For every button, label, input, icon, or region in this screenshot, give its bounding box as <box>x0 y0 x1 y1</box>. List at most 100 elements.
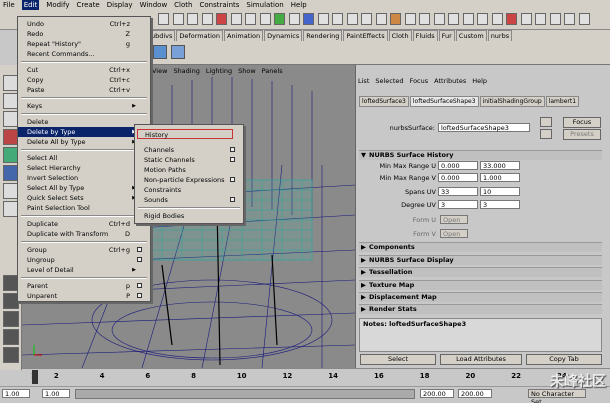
tab-lofted-surface[interactable]: loftedSurface3 <box>359 96 409 107</box>
ae-menu-help[interactable]: Help <box>472 77 487 85</box>
status-line-tool-icon[interactable] <box>332 13 343 25</box>
submenu-item-channels[interactable]: Channels <box>135 145 243 155</box>
menu-item-redo[interactable]: Redo Z <box>18 29 150 39</box>
form-u-dropdown[interactable]: Open <box>440 215 468 224</box>
menu-simulation[interactable]: Simulation <box>246 0 283 10</box>
option-box-icon[interactable] <box>230 177 235 182</box>
range-slider-bar[interactable] <box>75 389 415 399</box>
section-render-stats[interactable]: ▶ Render Stats <box>359 304 602 314</box>
section-texture-map[interactable]: ▶ Texture Map <box>359 280 602 290</box>
select-button[interactable]: Select <box>360 354 436 365</box>
max-range-u-field[interactable]: 33.000 <box>480 161 520 170</box>
view-menu-lighting[interactable]: Lighting <box>206 67 232 76</box>
submenu-item-rigid-bodies[interactable]: Rigid Bodies <box>135 211 243 221</box>
view-menu-shading[interactable]: Shading <box>173 67 199 76</box>
option-box-icon[interactable] <box>137 247 142 252</box>
menu-item-quick-select-sets[interactable]: Quick Select Sets▶ <box>18 193 150 203</box>
option-box-icon[interactable] <box>230 197 235 202</box>
submenu-item-constraints[interactable]: Constraints <box>135 185 243 195</box>
degree-v-field[interactable]: 3 <box>480 200 520 209</box>
menu-item-duplicate-with-transform[interactable]: Duplicate with Transform D <box>18 229 150 239</box>
status-line-tool-icon[interactable] <box>506 13 517 25</box>
menu-item-recent-commands[interactable]: Recent Commands... <box>18 49 150 59</box>
menu-item-paste[interactable]: Paste Ctrl+v <box>18 85 150 95</box>
status-line-tool-icon[interactable] <box>172 13 184 25</box>
view-menu-show[interactable]: Show <box>238 67 256 76</box>
shelf-tab-dynamics[interactable]: Dynamics <box>264 30 303 41</box>
presets-button[interactable]: Presets <box>563 129 601 140</box>
menu-item-unparent[interactable]: Unparent P <box>18 291 150 301</box>
menu-constraints[interactable]: Constraints <box>199 0 239 10</box>
menu-item-ungroup[interactable]: Ungroup <box>18 255 150 265</box>
shelf-tab-custom[interactable]: Custom <box>455 30 487 41</box>
option-box-icon[interactable] <box>230 157 235 162</box>
status-line-tool-icon[interactable] <box>491 13 503 25</box>
shelf-tab-painteffects[interactable]: PaintEffects <box>343 30 388 41</box>
shelf-tab-rendering[interactable]: Rendering <box>303 30 343 41</box>
section-displacement-map[interactable]: ▶ Displacement Map <box>359 292 602 302</box>
menu-item-duplicate[interactable]: Duplicate Ctrl+d <box>18 219 150 229</box>
tab-lofted-surface-shape[interactable]: loftedSurfaceShape3 <box>409 96 479 107</box>
menu-cloth[interactable]: Cloth <box>174 0 192 10</box>
menu-edit[interactable]: Edit <box>21 0 40 10</box>
menu-create[interactable]: Create <box>76 0 99 10</box>
menu-item-cut[interactable]: Cut Ctrl+x <box>18 65 150 75</box>
menu-item-invert-selection[interactable]: Invert Selection <box>18 173 150 183</box>
focus-button[interactable]: Focus <box>563 117 601 128</box>
status-line-tool-icon[interactable] <box>448 13 459 25</box>
menu-item-select-all-by-type[interactable]: Select All by Type▶ <box>18 183 150 193</box>
submenu-item-non-particle-expressions[interactable]: Non-particle Expressions <box>135 175 243 185</box>
submenu-item-sounds[interactable]: Sounds <box>135 195 243 205</box>
status-line-tool-icon[interactable] <box>187 13 198 25</box>
shelf-tab-animation[interactable]: Animation <box>224 30 264 41</box>
status-line-tool-icon[interactable] <box>578 13 590 25</box>
option-box-icon[interactable] <box>137 257 142 262</box>
status-line-tool-icon[interactable] <box>259 13 271 25</box>
time-slider[interactable] <box>22 368 610 386</box>
shelf-tab-nurbs[interactable]: nurbs <box>487 30 513 41</box>
menu-item-delete-all-by-type[interactable]: Delete All by Type▶ <box>18 137 150 147</box>
nurbs-cube-icon[interactable] <box>171 45 185 59</box>
status-line-tool-icon[interactable] <box>462 13 474 25</box>
menu-item-select-all[interactable]: Select All <box>18 153 150 163</box>
status-line-tool-icon[interactable] <box>303 13 314 25</box>
option-box-icon[interactable] <box>137 283 142 288</box>
menu-item-keys[interactable]: Keys ▶ <box>18 101 150 111</box>
shelf-tab-fluids[interactable]: Fluids <box>412 30 438 41</box>
status-line-tool-icon[interactable] <box>274 13 285 25</box>
status-line-tool-icon[interactable] <box>245 13 256 25</box>
layout-persp-icon[interactable] <box>3 311 19 327</box>
copy-tab-button[interactable]: Copy Tab <box>526 354 602 365</box>
node-name-field[interactable]: loftedSurfaceShape3 <box>438 123 530 132</box>
section-nurbs-history[interactable]: ▼ NURBS Surface History <box>359 150 602 160</box>
status-line-tool-icon[interactable] <box>535 13 546 25</box>
menu-item-level-of-detail[interactable]: Level of Detail ▶ <box>18 265 150 275</box>
shelf-tab-subdivs[interactable]: ubdivs <box>148 30 176 41</box>
option-box-icon[interactable] <box>230 147 235 152</box>
menu-item-parent[interactable]: Parent p <box>18 281 150 291</box>
tab-initial-shading-group[interactable]: initialShadingGroup <box>479 96 545 107</box>
section-components[interactable]: ▶ Components <box>359 242 602 252</box>
status-line-tool-icon[interactable] <box>361 13 372 25</box>
menu-modify[interactable]: Modify <box>46 0 69 10</box>
menu-item-group[interactable]: Group Ctrl+g <box>18 245 150 255</box>
nurbs-sphere-icon[interactable] <box>153 45 167 59</box>
status-line-tool-icon[interactable] <box>477 13 488 25</box>
notes-box[interactable]: Notes: loftedSurfaceShape3 <box>359 318 602 352</box>
menu-file[interactable]: File <box>3 0 15 10</box>
shelf-tab-deformation[interactable]: Deformation <box>176 30 224 41</box>
menu-item-select-hierarchy[interactable]: Select Hierarchy <box>18 163 150 173</box>
menu-item-paint-selection-tool[interactable]: Paint Selection Tool <box>18 203 150 213</box>
menu-display[interactable]: Display <box>107 0 133 10</box>
status-line-tool-icon[interactable] <box>390 13 401 25</box>
form-v-dropdown[interactable]: Open <box>440 229 468 238</box>
current-time-marker[interactable] <box>32 370 38 384</box>
status-line-tool-icon[interactable] <box>346 13 358 25</box>
menu-window[interactable]: Window <box>140 0 168 10</box>
ae-menu-selected[interactable]: Selected <box>375 77 403 85</box>
status-line-tool-icon[interactable] <box>201 13 213 25</box>
ae-menu-list[interactable]: List <box>358 77 369 85</box>
status-line-tool-icon[interactable] <box>433 13 445 25</box>
load-attributes-button[interactable]: Load Attributes <box>440 354 522 365</box>
status-line-tool-icon[interactable] <box>288 13 300 25</box>
